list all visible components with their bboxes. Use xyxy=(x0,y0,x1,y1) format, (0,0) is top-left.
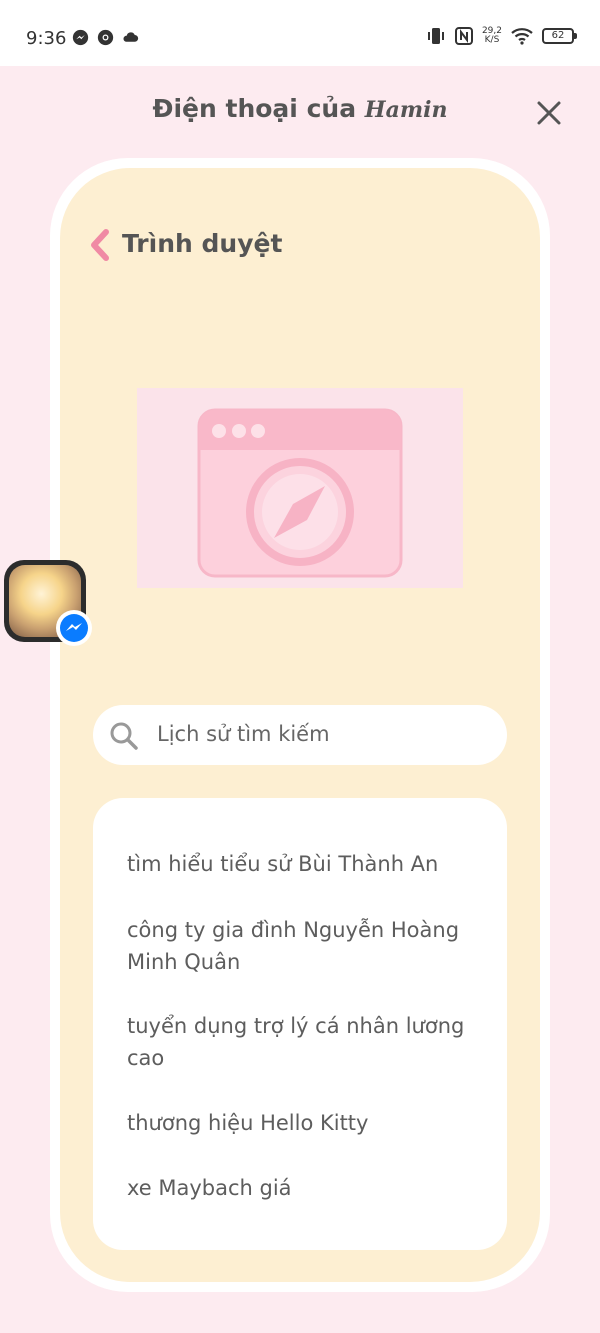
chrome-icon xyxy=(97,29,114,46)
back-chevron-icon[interactable] xyxy=(88,228,112,262)
history-item[interactable]: thương hiệu Hello Kitty xyxy=(127,1107,487,1139)
search-icon xyxy=(110,722,138,750)
page-title: Điện thoại của Hamin xyxy=(0,94,600,123)
status-right-icons: 29,2 K/S 62 xyxy=(426,27,577,45)
history-item[interactable]: tuyển dụng trợ lý cá nhân lương cao xyxy=(127,1010,487,1074)
search-history-list: tìm hiểu tiểu sử Bùi Thành An công ty gi… xyxy=(93,798,507,1250)
nfc-icon xyxy=(454,27,473,45)
close-icon[interactable] xyxy=(532,96,566,130)
network-speed: 29,2 K/S xyxy=(482,27,502,45)
history-item[interactable]: công ty gia đình Nguyễn Hoàng Minh Quân xyxy=(127,914,487,978)
network-speed-unit: K/S xyxy=(484,35,500,45)
messenger-badge-icon xyxy=(60,614,88,642)
search-placeholder: Lịch sử tìm kiếm xyxy=(157,722,330,746)
browser-title: Trình duyệt xyxy=(122,229,283,258)
history-item[interactable]: tìm hiểu tiểu sử Bùi Thành An xyxy=(127,848,487,880)
history-item[interactable]: xe Maybach giá xyxy=(127,1172,487,1204)
owner-name: Hamin xyxy=(364,97,448,123)
status-time: 9:36 xyxy=(26,28,67,49)
browser-illustration xyxy=(137,388,463,588)
page-title-prefix: Điện thoại của xyxy=(152,94,357,123)
messenger-badge xyxy=(56,610,92,646)
chat-head-avatar[interactable] xyxy=(4,560,92,646)
messenger-icon xyxy=(72,29,89,46)
status-bar: 9:36 29,2 K/S 62 xyxy=(0,0,600,66)
cloud-icon xyxy=(123,32,139,42)
wifi-icon xyxy=(511,28,533,45)
vibrate-icon xyxy=(427,28,444,44)
battery-indicator: 62 xyxy=(542,28,577,44)
search-input[interactable]: Lịch sử tìm kiếm xyxy=(93,705,507,765)
notification-icons xyxy=(72,29,139,46)
browser-window-icon xyxy=(197,408,403,578)
